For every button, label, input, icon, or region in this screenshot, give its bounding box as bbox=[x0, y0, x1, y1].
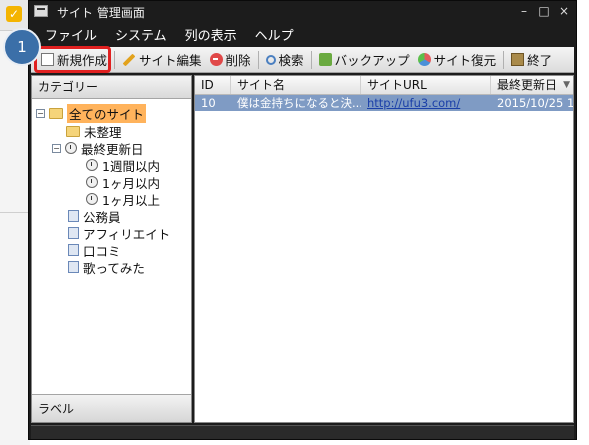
menu-columns[interactable]: 列の表示 bbox=[185, 25, 237, 44]
restore-site-button[interactable]: サイト復元 bbox=[414, 49, 501, 71]
title-bar: サイト 管理画面 – □ × bbox=[29, 1, 576, 23]
column-header-site-url[interactable]: サイトURL bbox=[361, 76, 491, 94]
app-icon bbox=[34, 5, 48, 17]
checkmark-icon: ✓ bbox=[6, 6, 22, 22]
category-icon bbox=[68, 261, 79, 273]
tree-item-label: 全てのサイト bbox=[67, 103, 147, 123]
new-button-label: 新規作成 bbox=[57, 53, 108, 68]
category-header: カテゴリー bbox=[32, 76, 191, 99]
clock-icon bbox=[86, 176, 98, 188]
tree-item-civil-servant[interactable]: 公務員 bbox=[68, 208, 121, 225]
cell-site-name: 僕は金持ちになると決... bbox=[237, 96, 361, 110]
clock-icon bbox=[86, 193, 98, 205]
site-url-link[interactable]: http://ufu3.com/ bbox=[367, 96, 460, 110]
tree-item-reviews[interactable]: 口コミ bbox=[68, 242, 121, 259]
window-title: サイト 管理画面 bbox=[57, 6, 145, 20]
delete-label: 削除 bbox=[225, 53, 251, 68]
exit-button[interactable]: 終了 bbox=[507, 49, 556, 71]
step-number-badge: 1 bbox=[3, 28, 41, 66]
exit-icon bbox=[511, 53, 525, 66]
exit-label: 終了 bbox=[527, 53, 553, 68]
background-desktop-right bbox=[575, 0, 589, 445]
cell-last-updated: 2015/10/25 1... bbox=[497, 96, 573, 110]
delete-button[interactable]: 削除 bbox=[206, 49, 255, 71]
tree-item-unsorted[interactable]: 未整理 bbox=[66, 123, 122, 140]
edit-site-label: サイト編集 bbox=[139, 53, 202, 68]
maximize-button[interactable]: □ bbox=[538, 3, 550, 19]
category-pane: カテゴリー − 全てのサイト 未整理 − 最終更新日 1週間以内 1ヶ月以内 1… bbox=[31, 75, 192, 423]
toolbar-separator bbox=[257, 50, 259, 69]
delete-icon bbox=[209, 53, 223, 66]
toolbar-separator bbox=[503, 50, 505, 69]
tree-item-within-month[interactable]: 1ヶ月以内 bbox=[86, 174, 160, 191]
sort-arrow-icon: ▼ bbox=[563, 80, 570, 90]
column-header-last-updated[interactable]: 最終更新日 ▼ bbox=[491, 76, 573, 94]
tree-item-over-month[interactable]: 1ヶ月以上 bbox=[86, 191, 160, 208]
tree-item-within-week[interactable]: 1週間以内 bbox=[86, 157, 160, 174]
category-icon bbox=[68, 244, 79, 256]
cell-id: 10 bbox=[201, 96, 216, 110]
backup-icon bbox=[318, 53, 332, 66]
cell-site-url: http://ufu3.com/ bbox=[361, 95, 491, 111]
new-document-icon bbox=[41, 53, 54, 66]
folder-icon bbox=[66, 125, 80, 137]
tree-item-affiliate[interactable]: アフィリエイト bbox=[68, 225, 170, 242]
restore-icon bbox=[417, 53, 431, 66]
menu-file[interactable]: ファイル bbox=[45, 25, 97, 44]
collapse-toggle-icon[interactable]: − bbox=[52, 143, 61, 153]
toolbar: 新規作成 サイト編集 削除 検索 バックアップ サイト復元 終了 bbox=[31, 47, 574, 73]
collapse-toggle-icon[interactable]: − bbox=[36, 108, 45, 118]
menu-bar: ファイル システム 列の表示 ヘルプ bbox=[29, 23, 576, 45]
site-list-grid: ID サイト名 サイトURL 最終更新日 ▼ 10 僕は金持ちになると決... … bbox=[194, 75, 574, 423]
column-header-id[interactable]: ID bbox=[195, 76, 231, 94]
label-panel-header[interactable]: ラベル bbox=[32, 394, 191, 422]
table-row[interactable]: 10 僕は金持ちになると決... http://ufu3.com/ 2015/1… bbox=[195, 95, 573, 111]
background-divider bbox=[0, 212, 30, 213]
minimize-button[interactable]: – bbox=[518, 3, 530, 19]
tree-item-all-sites[interactable]: − 全てのサイト bbox=[36, 103, 147, 123]
pencil-icon bbox=[122, 53, 136, 66]
restore-site-label: サイト復元 bbox=[433, 53, 497, 68]
clock-icon bbox=[65, 142, 77, 154]
status-bar bbox=[31, 425, 574, 439]
clock-icon bbox=[86, 159, 98, 171]
site-manager-window: サイト 管理画面 – □ × ファイル システム 列の表示 ヘルプ 新規作成 サ… bbox=[28, 0, 577, 440]
edit-site-button[interactable]: サイト編集 bbox=[118, 49, 206, 71]
search-button[interactable]: 検索 bbox=[262, 49, 308, 71]
background-desktop-left: ✓ bbox=[0, 0, 30, 445]
search-icon bbox=[265, 54, 276, 65]
toolbar-separator bbox=[114, 50, 116, 69]
grid-header: ID サイト名 サイトURL 最終更新日 ▼ bbox=[195, 76, 573, 95]
folder-open-icon bbox=[49, 107, 63, 119]
tree-item-utattemita[interactable]: 歌ってみた bbox=[68, 259, 145, 276]
search-label: 検索 bbox=[278, 53, 304, 68]
column-header-label: 最終更新日 bbox=[497, 78, 558, 92]
toolbar-separator bbox=[310, 50, 312, 69]
column-header-site-name[interactable]: サイト名 bbox=[231, 76, 361, 94]
background-toolbar-strip: ✓ bbox=[0, 0, 30, 31]
category-icon bbox=[68, 227, 79, 239]
category-icon bbox=[68, 210, 79, 222]
tree-item-last-updated[interactable]: − 最終更新日 bbox=[52, 140, 144, 157]
close-button[interactable]: × bbox=[558, 3, 570, 19]
category-tree: − 全てのサイト 未整理 − 最終更新日 1週間以内 1ヶ月以内 1ヶ月以上 公… bbox=[32, 99, 191, 395]
backup-label: バックアップ bbox=[334, 53, 410, 68]
tree-item-label: 歌ってみた bbox=[83, 260, 145, 276]
backup-button[interactable]: バックアップ bbox=[315, 49, 414, 71]
new-button[interactable]: 新規作成 bbox=[37, 49, 111, 71]
menu-help[interactable]: ヘルプ bbox=[255, 25, 294, 44]
menu-system[interactable]: システム bbox=[115, 25, 167, 44]
